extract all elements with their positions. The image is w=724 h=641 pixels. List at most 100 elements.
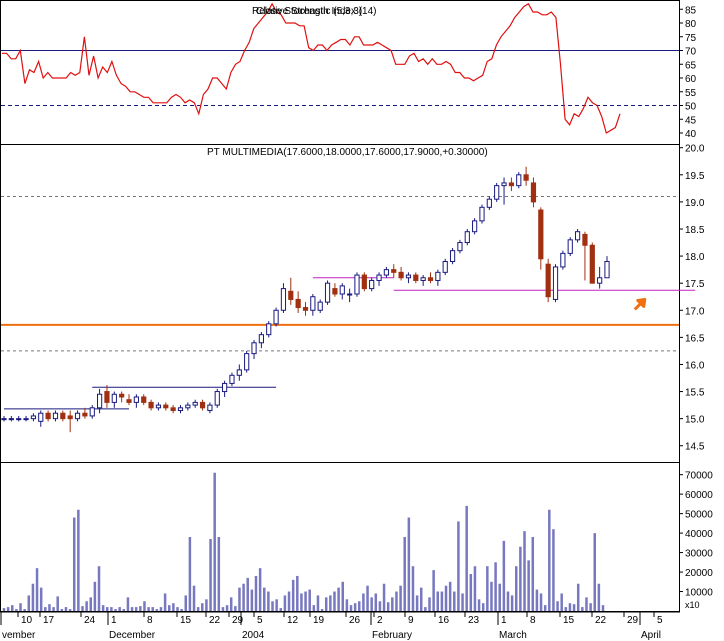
volume-bar — [415, 595, 419, 611]
candle-body — [332, 288, 338, 295]
candle-body — [185, 404, 191, 409]
volume-unit-label: x10 — [685, 600, 700, 610]
candle-body — [604, 261, 610, 279]
candle-body — [258, 334, 264, 344]
volume-bar — [242, 583, 245, 611]
candle-body — [383, 269, 389, 276]
candle — [589, 242, 595, 284]
price-title: PT MULTIMEDIA(17.6000,18.0000,17.6000,17… — [207, 147, 488, 158]
volume-bar — [246, 577, 249, 611]
candle-body — [405, 274, 412, 279]
volume-bar — [419, 587, 423, 611]
volume-bar — [589, 603, 592, 611]
candle-body — [126, 399, 132, 403]
volume-bar — [68, 609, 72, 611]
candle-body — [501, 182, 507, 187]
candle — [545, 258, 551, 303]
candle-body — [310, 296, 316, 311]
candle — [442, 258, 448, 276]
candle-body — [199, 401, 206, 409]
volume-bar — [597, 583, 601, 611]
volume-bar — [89, 597, 93, 611]
volume-tick-label: 50000 — [685, 510, 713, 521]
volume-tick-label: 10000 — [685, 588, 713, 599]
volume-bar — [440, 591, 444, 611]
candle-body — [324, 282, 331, 303]
candle-body — [170, 407, 176, 412]
candle-body — [141, 396, 147, 403]
x-tick-label: 1 — [501, 615, 507, 626]
candle — [516, 172, 522, 189]
volume-bar — [510, 595, 514, 611]
candle-body — [133, 396, 139, 403]
volume-bar — [378, 601, 382, 611]
candle-body — [582, 233, 588, 246]
candle-body — [60, 412, 66, 420]
candle-body — [391, 269, 397, 273]
volume-bar — [581, 607, 584, 611]
candle-body — [16, 418, 22, 421]
rsi-panel-frame — [0, 0, 680, 145]
volume-bar — [531, 537, 535, 611]
candle-body — [111, 393, 117, 403]
volume-bar — [370, 597, 373, 611]
volume-bar — [23, 609, 26, 611]
candle-body — [317, 301, 323, 311]
volume-bar — [428, 597, 431, 611]
candle-body — [214, 391, 220, 406]
volume-bar — [64, 607, 68, 611]
candle-body — [8, 418, 14, 421]
volume-bar — [217, 537, 221, 611]
candle-body — [207, 404, 213, 412]
rsi-tick-label: 55 — [685, 88, 697, 99]
volume-bar — [403, 537, 406, 611]
x-tick-label: 2004 — [242, 630, 265, 641]
volume-bar — [300, 593, 303, 611]
x-tick-label: 5 — [657, 615, 663, 626]
candle-body — [464, 231, 470, 244]
candle-body — [222, 382, 228, 393]
candle-body — [427, 277, 434, 281]
volume-bar — [308, 589, 311, 611]
x-tick-label: March — [499, 630, 527, 641]
candle-body — [229, 374, 235, 384]
volume-bar — [395, 591, 398, 611]
volume-bar — [527, 560, 530, 611]
candle-body — [472, 220, 478, 233]
price-tick-label: 16.5 — [685, 333, 705, 344]
price-tick-label: 14.5 — [685, 442, 705, 453]
volume-bar — [374, 593, 378, 611]
candle-body — [347, 293, 353, 296]
volume-bar — [254, 575, 258, 611]
stock-chart: 40455055606570758085 14.515.015.516.016.… — [0, 0, 713, 641]
volume-bar — [502, 540, 506, 611]
candle-body — [538, 209, 544, 260]
volume-bar — [457, 521, 460, 611]
candle — [244, 350, 250, 373]
volume-bar — [391, 597, 394, 611]
candle-body — [449, 250, 456, 263]
candle-body — [273, 309, 279, 325]
candle-body — [236, 369, 242, 376]
candle-body — [295, 298, 301, 309]
volume-bar — [498, 583, 501, 611]
candle-body — [413, 274, 419, 281]
volume-bar — [473, 566, 477, 611]
volume-bar — [283, 595, 287, 611]
volume-bar — [229, 597, 233, 611]
volume-bar — [19, 603, 22, 611]
volume-bar — [155, 609, 159, 611]
volume-bar — [564, 607, 568, 611]
volume-bar — [196, 607, 200, 611]
volume-bar — [180, 609, 183, 611]
x-tick-label: 15 — [563, 615, 575, 626]
candle — [324, 280, 331, 305]
candle-body — [442, 261, 448, 273]
volume-bar — [97, 566, 101, 611]
candle-body — [119, 393, 125, 398]
volume-bar — [333, 591, 336, 611]
volume-bar — [572, 604, 576, 611]
candle-body — [457, 242, 463, 252]
candle-body — [177, 407, 184, 412]
volume-bar — [56, 596, 59, 611]
